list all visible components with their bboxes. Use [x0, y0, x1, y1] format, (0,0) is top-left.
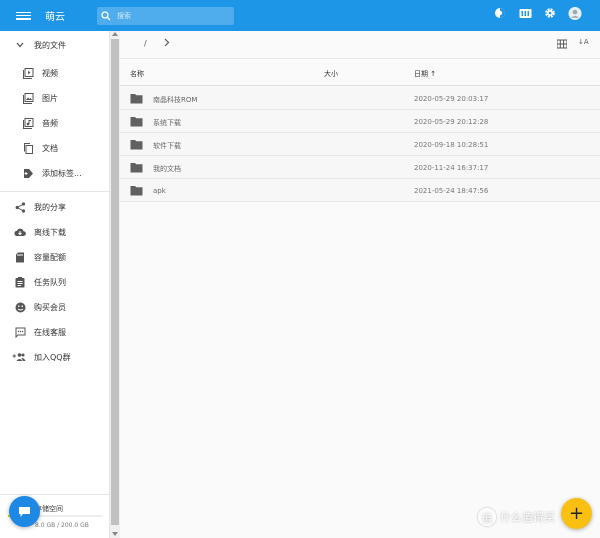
sidebar-item-vip[interactable]: 购买会员	[0, 296, 110, 318]
sidebar-item-label: 加入QQ群	[34, 352, 71, 362]
sidebar-item-quota[interactable]: 容量配额	[0, 246, 110, 268]
sidebar: 我的文件 视频 图片 音频 文档 添加标签... 我的分享 离线下载 容量配额 …	[0, 31, 110, 538]
search-box[interactable]	[97, 6, 234, 25]
table-row[interactable]: apk 2021-05-24 18:47:56	[120, 179, 600, 202]
sidebar-scrollbar[interactable]	[110, 31, 120, 538]
table-header: 名称 大小 日期 ↑	[120, 60, 600, 86]
sidebar-item-label: 购买会员	[34, 302, 66, 312]
sidebar-item-label: 文档	[42, 143, 58, 153]
sidebar-divider	[0, 191, 110, 192]
watermark: 值 什么值得买	[478, 508, 555, 526]
sidebar-item-document[interactable]: 文档	[0, 137, 110, 159]
table-row[interactable]: 南晶科技ROM 2020-05-29 20:03:17	[120, 87, 600, 110]
plus-icon: +	[568, 503, 585, 524]
cloud-download-icon	[14, 226, 26, 238]
breadcrumb-root[interactable]: /	[144, 39, 147, 48]
file-name: 南晶科技ROM	[153, 96, 198, 104]
column-date[interactable]: 日期 ↑	[414, 69, 436, 79]
chat-icon	[19, 506, 30, 517]
sidebar-item-label: 我的文件	[34, 40, 66, 50]
scroll-down-arrow[interactable]	[112, 532, 118, 536]
app-bar: 萌云	[0, 0, 600, 31]
task-queue-icon	[14, 276, 26, 288]
theme-icon[interactable]	[493, 6, 507, 20]
sidebar-item-label: 视频	[42, 68, 58, 78]
path-toolbar: / ↓A	[120, 31, 600, 59]
tag-add-icon	[22, 167, 34, 179]
folder-icon	[130, 140, 143, 150]
column-name[interactable]: 名称	[130, 69, 144, 79]
file-date: 2021-05-24 18:47:56	[414, 187, 489, 195]
file-name: 我的文档	[153, 165, 181, 173]
sidebar-item-label: 添加标签...	[42, 168, 82, 178]
sidebar-item-label: 在线客服	[34, 327, 66, 337]
add-fab[interactable]: +	[561, 498, 592, 529]
file-name: apk	[153, 187, 166, 195]
file-name: 系统下载	[153, 119, 181, 127]
file-explorer: / ↓A 名称 大小 日期 ↑ 南晶科技ROM 2020-05-29 20:03…	[120, 31, 600, 538]
sidebar-item-offline-download[interactable]: 离线下载	[0, 221, 110, 243]
sidebar-item-label: 容量配额	[34, 252, 66, 262]
document-icon	[22, 142, 34, 154]
file-date: 2020-11-24 16:37:17	[414, 164, 489, 172]
sidebar-item-support[interactable]: 在线客服	[0, 321, 110, 343]
sidebar-item-image[interactable]: 图片	[0, 87, 110, 109]
sidebar-item-label: 我的分享	[34, 202, 66, 212]
sidebar-item-label: 任务队列	[34, 277, 66, 287]
audio-icon	[22, 117, 34, 129]
vip-icon	[14, 301, 26, 313]
sidebar-item-audio[interactable]: 音频	[0, 112, 110, 134]
sidebar-item-add-tag[interactable]: 添加标签...	[0, 162, 110, 184]
sidebar-item-task-queue[interactable]: 任务队列	[0, 271, 110, 293]
sidebar-item-my-files[interactable]: 我的文件	[0, 34, 110, 56]
chat-fab[interactable]	[9, 496, 40, 527]
search-icon	[101, 10, 111, 20]
table-row[interactable]: 我的文档 2020-11-24 16:37:17	[120, 156, 600, 179]
folder-icon	[130, 94, 143, 104]
file-name: 软件下载	[153, 142, 181, 150]
grid-view-icon[interactable]	[556, 39, 568, 49]
scroll-up-arrow[interactable]	[112, 32, 118, 36]
support-icon	[14, 326, 26, 338]
video-icon	[22, 67, 34, 79]
folder-icon	[130, 117, 143, 127]
account-icon[interactable]	[568, 6, 582, 20]
settings-icon[interactable]	[543, 6, 557, 20]
sidebar-item-qq-group[interactable]: 加入QQ群	[0, 346, 110, 368]
search-input[interactable]	[111, 11, 234, 20]
group-add-icon	[12, 351, 26, 363]
table-row[interactable]: 软件下载 2020-09-18 10:28:51	[120, 133, 600, 156]
image-icon	[22, 92, 34, 104]
sidebar-item-label: 图片	[42, 93, 58, 103]
app-title[interactable]: 萌云	[45, 8, 97, 23]
menu-icon[interactable]	[16, 10, 31, 22]
folder-icon	[130, 163, 143, 173]
column-size[interactable]: 大小	[324, 69, 338, 79]
watermark-logo: 值	[478, 508, 496, 526]
share-icon	[14, 201, 26, 213]
sidebar-item-video[interactable]: 视频	[0, 62, 110, 84]
file-date: 2020-05-29 20:03:17	[414, 95, 489, 103]
media-icon[interactable]	[518, 6, 532, 20]
chevron-right-icon[interactable]	[164, 38, 170, 50]
table-row[interactable]: 系统下载 2020-05-29 20:12:28	[120, 110, 600, 133]
watermark-text: 什么值得买	[500, 511, 555, 524]
sidebar-item-label: 音频	[42, 118, 58, 128]
sidebar-item-share[interactable]: 我的分享	[0, 196, 110, 218]
file-date: 2020-09-18 10:28:51	[414, 141, 489, 149]
file-date: 2020-05-29 20:12:28	[414, 118, 489, 126]
scrollbar-thumb[interactable]	[111, 39, 119, 525]
folder-icon	[130, 186, 143, 196]
storage-value: 8.0 GB / 200.0 GB	[35, 522, 89, 529]
chevron-down-icon[interactable]	[14, 39, 26, 51]
quota-icon	[14, 251, 26, 263]
sort-button[interactable]: ↓A	[578, 38, 589, 46]
sidebar-item-label: 离线下载	[34, 227, 66, 237]
